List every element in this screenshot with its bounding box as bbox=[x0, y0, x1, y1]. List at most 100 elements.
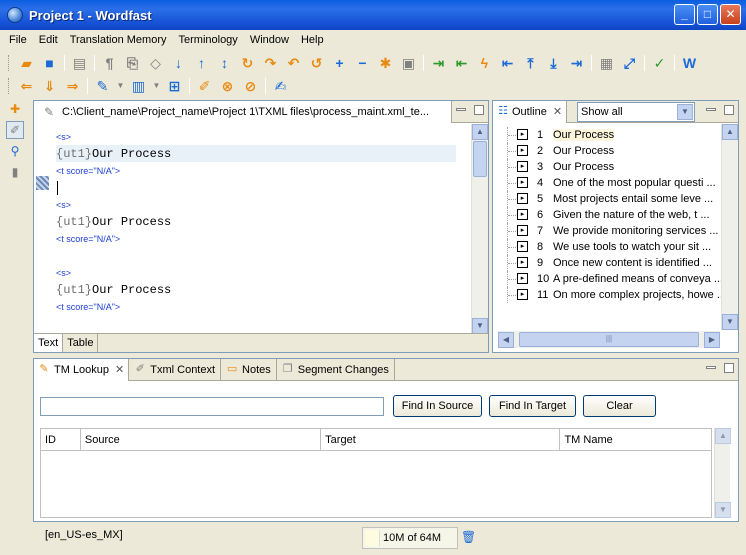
chevron-down-icon[interactable]: ▼ bbox=[677, 104, 693, 120]
expand-toggle-icon[interactable]: ▸ bbox=[517, 129, 528, 140]
outline-item[interactable]: ▸ 1 Our Process bbox=[493, 127, 723, 143]
expand-toggle-icon[interactable]: ▸ bbox=[517, 145, 528, 156]
scroll-down-button[interactable]: ▼ bbox=[472, 318, 488, 334]
outline-item[interactable]: ▸ 7 We provide monitoring services ... bbox=[493, 223, 723, 239]
spellcheck-icon[interactable]: ✓ bbox=[651, 54, 669, 72]
expand-vertical-icon[interactable]: ↕ bbox=[216, 54, 234, 72]
outline-item[interactable]: ▸ 5 Most projects entail some leve ... bbox=[493, 191, 723, 207]
column-header-target[interactable]: Target bbox=[321, 429, 561, 450]
tab-segment-changes[interactable]: ❐ Segment Changes bbox=[277, 358, 395, 381]
expand-toggle-icon[interactable]: ▸ bbox=[517, 289, 528, 300]
expand-toggle-icon[interactable]: ▸ bbox=[517, 273, 528, 284]
minimize-view-button[interactable] bbox=[456, 108, 466, 111]
tab-tm-lookup[interactable]: ✎ TM Lookup ✕ bbox=[34, 358, 130, 381]
outline-item[interactable]: ▸ 2 Our Process bbox=[493, 143, 723, 159]
lock-icon[interactable]: ▣ bbox=[400, 54, 418, 72]
editor-vertical-scrollbar[interactable]: ▲ ▼ bbox=[471, 124, 488, 334]
copy-source-icon[interactable]: ⎘ bbox=[124, 54, 142, 72]
next-segment-icon[interactable]: ↷ bbox=[262, 54, 280, 72]
clear-icon[interactable]: ⊘ bbox=[242, 77, 260, 95]
scroll-up-button[interactable]: ▲ bbox=[472, 124, 488, 140]
menu-edit[interactable]: Edit bbox=[33, 34, 64, 46]
tab-notes[interactable]: ▭ Notes bbox=[221, 358, 277, 381]
expand-toggle-icon[interactable]: ▸ bbox=[517, 209, 528, 220]
column-header-id[interactable]: ID bbox=[41, 429, 81, 450]
expand-toggle-icon[interactable]: ▸ bbox=[517, 193, 528, 204]
horizontal-scroll-thumb[interactable]: ||| bbox=[519, 332, 699, 347]
minimize-button[interactable]: _ bbox=[674, 4, 695, 25]
outline-item[interactable]: ▸ 6 Given the nature of the web, t ... bbox=[493, 207, 723, 223]
tag-icon[interactable]: ◇ bbox=[147, 54, 165, 72]
expand-toggle-icon[interactable]: ▸ bbox=[517, 241, 528, 252]
clear-button[interactable]: Clear bbox=[583, 395, 656, 417]
export-icon[interactable]: ⇥ bbox=[430, 54, 448, 72]
close-tab-icon[interactable]: ✕ bbox=[553, 105, 562, 118]
move-down-icon[interactable]: ⇓ bbox=[41, 77, 59, 95]
asterisk-icon[interactable]: ✱ bbox=[377, 54, 395, 72]
document-icon[interactable]: ▦ bbox=[598, 54, 616, 72]
close-tab-icon[interactable]: ✕ bbox=[115, 363, 124, 376]
expand-toggle-icon[interactable]: ▸ bbox=[517, 161, 528, 172]
revert-segment-icon[interactable]: ↺ bbox=[308, 54, 326, 72]
scroll-down-button[interactable]: ▼ bbox=[715, 502, 731, 518]
tab-table[interactable]: Table bbox=[63, 334, 99, 352]
outline-horizontal-scrollbar[interactable]: ◀ ||| ▶ bbox=[498, 331, 720, 348]
outline-tab[interactable]: ☷ Outline ✕ bbox=[493, 100, 568, 123]
scroll-right-button[interactable]: ▶ bbox=[704, 331, 720, 348]
lightning-icon[interactable]: ϟ bbox=[476, 54, 494, 72]
scroll-up-button[interactable]: ▲ bbox=[715, 428, 731, 444]
edit-note-icon[interactable]: ✎ bbox=[94, 77, 112, 95]
go-top-icon[interactable]: ⤒ bbox=[522, 54, 540, 72]
tab-txml-context[interactable]: ✐ Txml Context bbox=[129, 358, 222, 381]
menu-window[interactable]: Window bbox=[244, 34, 295, 46]
outline-item[interactable]: ▸ 4 One of the most popular questi ... bbox=[493, 175, 723, 191]
menu-terminology[interactable]: Terminology bbox=[173, 34, 244, 46]
minimize-view-button[interactable] bbox=[706, 366, 716, 369]
maximize-view-button[interactable] bbox=[474, 105, 484, 115]
target-input-line[interactable] bbox=[56, 179, 456, 196]
go-bottom-icon[interactable]: ⤓ bbox=[545, 54, 563, 72]
print-icon[interactable]: ▤ bbox=[71, 54, 89, 72]
column-header-tm-name[interactable]: TM Name bbox=[560, 429, 711, 450]
trash-icon[interactable]: 🗑 bbox=[461, 530, 476, 545]
move-right-icon[interactable]: ⇒ bbox=[64, 77, 82, 95]
outline-item[interactable]: ▸ 11 On more complex projects, howe ... bbox=[493, 287, 726, 303]
column-header-source[interactable]: Source bbox=[81, 429, 322, 450]
expand-toggle-icon[interactable]: ▸ bbox=[517, 257, 528, 268]
save-icon[interactable]: ■ bbox=[41, 54, 59, 72]
search-icon[interactable]: ⚲ bbox=[6, 142, 24, 160]
outline-filter-select[interactable]: Show all ▼ bbox=[577, 102, 695, 122]
outline-vertical-scrollbar[interactable]: ▲ ▼ bbox=[721, 124, 738, 330]
minimize-view-button[interactable] bbox=[706, 108, 716, 111]
scroll-left-button[interactable]: ◀ bbox=[498, 331, 514, 348]
new-view-icon[interactable]: ✚ bbox=[6, 100, 24, 118]
commit-segment-icon[interactable]: ↻ bbox=[239, 54, 257, 72]
find-in-source-button[interactable]: Find In Source bbox=[393, 395, 482, 417]
outline-item[interactable]: ▸ 3 Our Process bbox=[493, 159, 723, 175]
plus-icon[interactable]: + bbox=[331, 54, 349, 72]
import-icon[interactable]: ⇤ bbox=[453, 54, 471, 72]
dropdown-arrow-icon[interactable]: ▼ bbox=[153, 77, 161, 95]
table-vertical-scrollbar[interactable]: ▲ ▼ bbox=[714, 428, 731, 518]
scroll-thumb[interactable] bbox=[473, 141, 487, 177]
tm-search-input[interactable] bbox=[40, 397, 384, 416]
editor-content[interactable]: <s> {ut1} Our Process <t score="N/A"> <s> {ut… bbox=[34, 124, 456, 334]
arrow-up-icon[interactable]: ↑ bbox=[193, 54, 211, 72]
layout-icon[interactable]: ▥ bbox=[130, 77, 148, 95]
maximize-button[interactable]: □ bbox=[697, 4, 718, 25]
scroll-down-button[interactable]: ▼ bbox=[722, 314, 738, 330]
dropdown-arrow-icon[interactable]: ▼ bbox=[117, 77, 125, 95]
word-document-icon[interactable]: W bbox=[681, 54, 699, 72]
go-last-icon[interactable]: ⇥ bbox=[568, 54, 586, 72]
move-left-icon[interactable]: ⇐ bbox=[18, 77, 36, 95]
remove-icon[interactable]: ⊗ bbox=[219, 77, 237, 95]
fullscreen-icon[interactable]: ⤢ bbox=[621, 54, 639, 72]
expand-toggle-icon[interactable]: ▸ bbox=[517, 225, 528, 236]
split-view-icon[interactable]: ⊞ bbox=[166, 77, 184, 95]
outline-item[interactable]: ▸ 10 A pre-defined means of conveya ... bbox=[493, 271, 723, 287]
open-folder-icon[interactable]: ▰ bbox=[18, 54, 36, 72]
outline-item[interactable]: ▸ 8 We use tools to watch your sit ... bbox=[493, 239, 723, 255]
expand-toggle-icon[interactable]: ▸ bbox=[517, 177, 528, 188]
arrow-down-icon[interactable]: ↓ bbox=[170, 54, 188, 72]
minus-icon[interactable]: − bbox=[354, 54, 372, 72]
